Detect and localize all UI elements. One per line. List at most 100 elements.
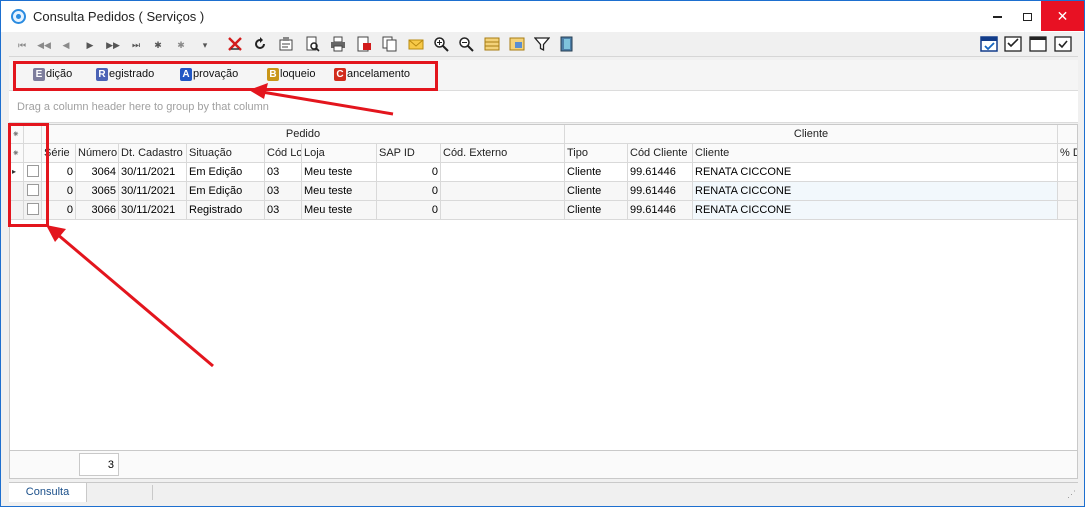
table-cell-serie[interactable]: 0 [42,163,76,182]
table-cell-tipo[interactable]: Cliente [565,163,628,182]
table-cell-loja[interactable]: Meu teste [302,201,377,220]
preview-button[interactable] [303,36,321,54]
table-cell-cod-externo[interactable] [441,201,565,220]
table-cell-cod-cliente[interactable]: 99.61446 [628,201,693,220]
table-cell-tipo[interactable]: Cliente [565,182,628,201]
insert-record-button[interactable]: ✱ [149,36,167,54]
cancelamento-badge-icon: C [334,68,346,81]
column-header-loja[interactable]: Loja [302,144,377,163]
legend-registrado: Registrado [96,68,154,82]
table-cell-cod-cliente[interactable]: 99.61446 [628,182,693,201]
table-cell-percent-d[interactable] [1058,163,1077,182]
table-cell-numero[interactable]: 3065 [76,182,119,201]
column-header-cliente[interactable]: Cliente [693,144,1058,163]
row-select-checkbox[interactable] [24,201,42,220]
column-header-cod-externo[interactable]: Cód. Externo [441,144,565,163]
table-cell-situacao[interactable]: Em Edição [187,163,265,182]
email-button[interactable] [407,36,425,54]
checkbox-icon [1054,36,1072,52]
checkbox-button[interactable] [1054,36,1072,54]
table-cell-sap-id[interactable]: 0 [377,182,441,201]
copy-button[interactable] [381,36,399,54]
next-page-icon: ▶▶ [106,40,120,50]
column-header-serie[interactable]: Série [42,144,76,163]
zoom-out-button[interactable] [457,36,475,54]
group-by-hint: Drag a column header here to group by th… [17,101,269,113]
filter-record-button[interactable]: ▾ [196,36,214,54]
filter-button[interactable] [533,36,551,54]
table-cell-numero[interactable]: 3064 [76,163,119,182]
zoom-in-button[interactable] [432,36,450,54]
resize-grip-icon[interactable]: ⋰ [1067,489,1076,500]
column-header-numero[interactable]: Número [76,144,119,163]
header-indicator-cell: ⁕ [10,144,24,163]
check-window-button[interactable] [980,36,998,54]
table-cell-tipo[interactable]: Cliente [565,201,628,220]
table-cell-cliente[interactable]: RENATA CICCONE [693,201,1058,220]
refresh-button[interactable] [251,36,269,54]
table-cell-sap-id[interactable]: 0 [377,201,441,220]
exit-button[interactable] [558,36,576,54]
table-cell-dt-cadastro[interactable]: 30/11/2021 [119,182,187,201]
table-cell-cod-externo[interactable] [441,163,565,182]
table-cell-serie[interactable]: 0 [42,201,76,220]
maximize-button[interactable] [1009,1,1045,31]
blank-window-icon [1029,36,1047,52]
table-cell-serie[interactable]: 0 [42,182,76,201]
column-header-cod-cliente[interactable]: Cód Cliente [628,144,693,163]
header-select-cell[interactable] [24,144,42,163]
table-cell-cod-cliente[interactable]: 99.61446 [628,163,693,182]
column-header-sap-id[interactable]: SAP ID [377,144,441,163]
table-cell-cod-loja[interactable]: 03 [265,182,302,201]
table-cell-situacao[interactable]: Em Edição [187,182,265,201]
table-cell-numero[interactable]: 3066 [76,201,119,220]
row-select-checkbox[interactable] [24,163,42,182]
blank-window-button[interactable] [1029,36,1047,54]
exit-icon [560,36,573,52]
row-select-checkbox[interactable] [24,182,42,201]
next-record-button[interactable]: ▶ [81,36,99,54]
legend-cancelamento-label: ancelamento [347,68,410,80]
tab-consulta[interactable]: Consulta [9,483,87,502]
close-icon: ✕ [1056,8,1069,24]
table-cell-cod-loja[interactable]: 03 [265,163,302,182]
export-button[interactable] [355,36,373,54]
delete-cross-icon [228,37,242,51]
print-button[interactable] [329,36,347,54]
table-cell-percent-d[interactable] [1058,201,1077,220]
table-cell-cod-externo[interactable] [441,182,565,201]
table-cell-sap-id[interactable]: 0 [377,163,441,182]
table-cell-cod-loja[interactable]: 03 [265,201,302,220]
title-bar: Consulta Pedidos ( Serviços ) ✕ [1,1,1084,32]
column-header-cod-loja[interactable]: Cód Lo [265,144,302,163]
table-cell-loja[interactable]: Meu teste [302,182,377,201]
table-cell-dt-cadastro[interactable]: 30/11/2021 [119,163,187,182]
post-record-button[interactable]: ✱ [172,36,190,54]
prev-record-button[interactable]: ◀ [57,36,75,54]
last-record-button[interactable]: ⏭ [127,36,145,54]
group-by-panel[interactable]: Drag a column header here to group by th… [9,91,1078,123]
table-cell-cliente[interactable]: RENATA CICCONE [693,163,1058,182]
next-page-button[interactable]: ▶▶ [104,36,122,54]
properties-button[interactable] [277,36,295,54]
column-header-dt-cadastro[interactable]: Dt. Cadastro [119,144,187,163]
table-cell-loja[interactable]: Meu teste [302,163,377,182]
prev-page-button[interactable]: ◀◀ [35,36,53,54]
table-cell-dt-cadastro[interactable]: 30/11/2021 [119,201,187,220]
column-header-percent-d[interactable]: % D [1058,144,1077,163]
bloqueio-badge-icon: B [267,68,279,81]
current-row-indicator: ▸ [10,163,24,182]
column-header-tipo[interactable]: Tipo [565,144,628,163]
table-cell-situacao[interactable]: Registrado [187,201,265,220]
close-button[interactable]: ✕ [1041,1,1084,31]
table-cell-percent-d[interactable] [1058,182,1077,201]
band-cliente[interactable]: Cliente [565,125,1058,144]
layout-button[interactable] [483,36,501,54]
table-cell-cliente[interactable]: RENATA CICCONE [693,182,1058,201]
first-record-button[interactable]: ⏮ [13,36,31,54]
grid-settings-button[interactable] [508,36,526,54]
check-list-button[interactable] [1004,36,1022,54]
delete-button[interactable] [226,36,244,54]
column-header-situacao[interactable]: Situação [187,144,265,163]
band-pedido[interactable]: Pedido [42,125,565,144]
